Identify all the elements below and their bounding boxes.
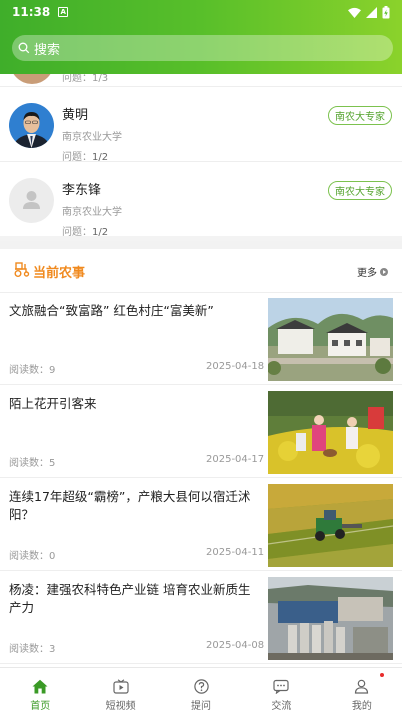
video-icon [113,679,129,694]
news-thumbnail [268,577,393,660]
status-icons [348,5,390,19]
signal-icon [366,6,377,18]
nav-label: 提问 [191,701,212,712]
expert-row[interactable]: 黄明 南京农业大学 问题：1/2 南农大专家 [0,86,402,163]
news-thumbnail [268,484,393,567]
news-title: 陌上花开引客来 [9,396,97,411]
expert-org: 南京农业大学 [62,207,122,218]
question-stat: 问题：1/3 [62,74,109,84]
farming-news-section: 当前农事 更多 文旅融合“致富路” 红色村庄“富美新” 阅读数：9 2025-0… [0,249,402,667]
news-title: 连续17年超级“霸榜”，产粮大县何以宿迁沭阳？ [9,489,251,522]
nav-label: 交流 [271,701,292,712]
nav-ask[interactable]: 提问 [161,668,241,716]
avatar [10,74,54,84]
chevron-right-icon [380,267,388,276]
nav-label: 首页 [30,701,51,712]
read-count: 阅读数：3 [9,644,56,655]
read-count: 阅读数：9 [9,365,56,376]
news-item[interactable]: 文旅融合“致富路” 红色村庄“富美新” 阅读数：9 2025-04-18 [0,293,402,385]
news-date: 2025-04-08 [206,640,265,651]
expert-row[interactable]: 李东锋 南京农业大学 问题：1/2 南农大专家 [0,161,402,238]
expert-tag: 南农大专家 [328,106,392,125]
news-item[interactable]: 杨凌：建强农科特色产业链 培育农业新质生产力 阅读数：3 2025-04-08 [0,572,402,664]
nav-exchange[interactable]: 交流 [241,668,321,716]
search-input[interactable]: 搜索 [12,35,393,61]
question-stat: 问题：1/2 [62,227,109,238]
expert-tag: 南农大专家 [328,181,392,200]
news-date: 2025-04-17 [206,454,265,465]
search-placeholder: 搜索 [34,42,61,58]
notification-a-icon: A [58,7,69,17]
news-title: 文旅融合“致富路” 红色村庄“富美新” [9,303,214,318]
nav-mine[interactable]: 我的 [322,668,402,716]
home-icon [32,679,48,694]
news-thumbnail [268,391,393,474]
section-divider [0,241,402,249]
app-screen: 11:38 A 搜索 问题：1/3 黄明 南京农业大学 问题：1/2 南农大专家… [0,0,402,716]
header: 11:38 A 搜索 [0,0,402,74]
nav-home[interactable]: 首页 [0,668,80,716]
expert-name: 黄明 [62,108,89,123]
status-time: 11:38 [12,5,51,19]
wifi-icon [348,7,361,18]
section-title: 当前农事 [33,266,86,281]
nav-label: 我的 [351,701,372,712]
read-count: 阅读数：5 [9,458,56,469]
avatar [9,178,54,223]
expert-org: 南京农业大学 [62,132,122,143]
news-date: 2025-04-18 [206,361,265,372]
search-icon [18,42,30,54]
notification-dot [380,673,385,677]
read-count: 阅读数：0 [9,551,56,562]
news-item[interactable]: 陌上花开引客来 阅读数：5 2025-04-17 [0,386,402,478]
bottom-nav: 首页 短视频 提问 交流 我的 [0,667,402,716]
news-item[interactable]: 连续17年超级“霸榜”，产粮大县何以宿迁沭阳？ 阅读数：0 2025-04-11 [0,479,402,571]
question-icon [193,679,209,694]
section-header: 当前农事 更多 [0,249,402,293]
status-bar: 11:38 A [0,0,402,24]
user-icon [355,679,369,694]
news-thumbnail [268,298,393,381]
avatar [9,103,54,148]
expert-list: 问题：1/3 黄明 南京农业大学 问题：1/2 南农大专家 李东锋 南京农业大学… [0,74,402,238]
chat-icon [273,679,290,694]
expert-name: 李东锋 [62,183,102,198]
expert-row-partial[interactable]: 问题：1/3 [0,74,402,86]
nav-label: 短视频 [105,701,136,712]
nav-short-video[interactable]: 短视频 [80,668,160,716]
news-title: 杨凌：建强农科特色产业链 培育农业新质生产力 [9,582,251,615]
more-label: 更多 [357,268,377,279]
news-date: 2025-04-11 [206,547,265,558]
tractor-icon [14,262,30,277]
more-link[interactable]: 更多 [357,264,388,279]
battery-icon [382,5,390,18]
